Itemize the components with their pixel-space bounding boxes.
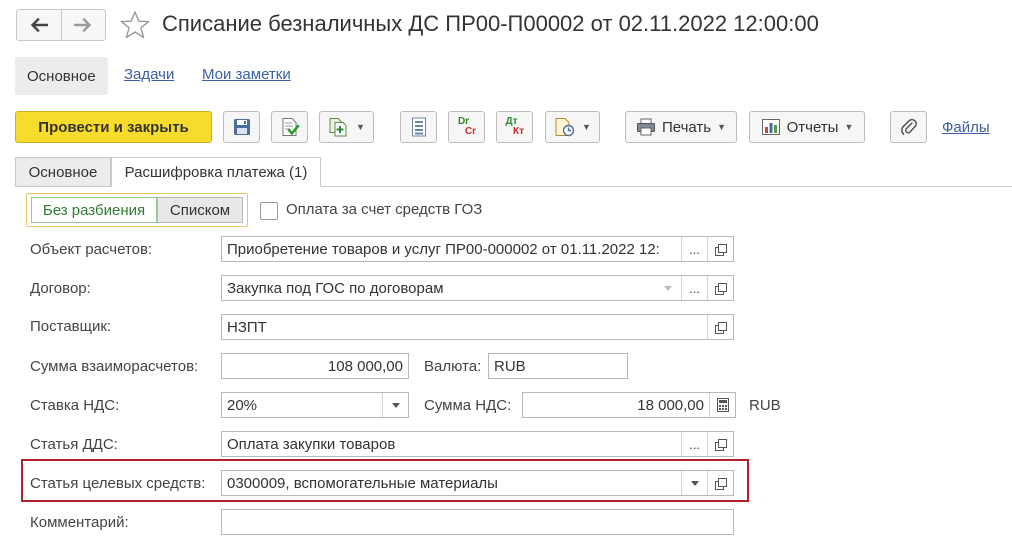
vat-rate-value: 20%: [227, 396, 258, 414]
open-window-icon: [714, 282, 727, 295]
currency-label: Валюта:: [424, 358, 482, 375]
currency-field[interactable]: RUB: [488, 353, 628, 379]
arrow-left-icon: [30, 18, 48, 32]
settlement-amount-field[interactable]: 108 000,00: [221, 353, 409, 379]
chevron-down-icon: ▼: [356, 122, 365, 132]
contract-label: Договор:: [30, 280, 91, 297]
target-funds-item-label: Статья целевых средств:: [30, 475, 206, 492]
structure-button[interactable]: ▼: [545, 111, 600, 143]
print-label: Печать: [661, 118, 712, 136]
open-window-icon: [714, 438, 727, 451]
contract-field[interactable]: Закупка под ГОС по договорам ...: [221, 275, 734, 301]
target-funds-item-field[interactable]: 0300009, вспомогательные материалы: [221, 470, 734, 496]
vat-rate-label: Ставка НДС:: [30, 397, 120, 414]
chevron-down-icon: [391, 402, 400, 408]
select-button[interactable]: ...: [681, 237, 707, 261]
no-split-option[interactable]: Без разбиения: [31, 197, 157, 223]
forward-button[interactable]: [60, 10, 106, 40]
kt-label: Кт: [512, 126, 524, 137]
star-icon[interactable]: [119, 10, 151, 40]
settlement-object-field[interactable]: Приобретение товаров и услуг ПР00-000002…: [221, 236, 734, 262]
vat-amount-field[interactable]: 18 000,00: [522, 392, 736, 418]
cash-flow-item-field[interactable]: Оплата закупки товаров ...: [221, 431, 734, 457]
comment-label: Комментарий:: [30, 514, 129, 531]
list-icon: [411, 117, 426, 137]
chevron-down-icon: [690, 480, 699, 486]
select-button[interactable]: ...: [681, 276, 707, 300]
vat-rate-select[interactable]: 20%: [221, 392, 409, 418]
goz-payment-checkbox[interactable]: [260, 202, 278, 220]
goz-payment-label: Оплата за счет средств ГОЗ: [286, 201, 483, 218]
currency-value: RUB: [494, 357, 526, 375]
paperclip-icon: [900, 118, 917, 135]
cash-flow-item-value: Оплата закупки товаров: [227, 435, 396, 453]
tab-payment-breakdown[interactable]: Расшифровка платежа (1): [111, 157, 321, 187]
open-button[interactable]: [707, 237, 733, 261]
files-link[interactable]: Файлы: [942, 119, 990, 136]
open-window-icon: [714, 321, 727, 334]
settlement-amount-value: 108 000,00: [327, 357, 403, 375]
post-button[interactable]: [271, 111, 308, 143]
chevron-down-icon: ▼: [717, 122, 727, 132]
dropdown-button[interactable]: [681, 471, 707, 495]
section-notes-link[interactable]: Мои заметки: [202, 66, 291, 83]
supplier-field[interactable]: НЗПТ: [221, 314, 734, 340]
open-button[interactable]: [707, 432, 733, 456]
post-document-icon: [282, 118, 299, 136]
select-button[interactable]: ...: [681, 432, 707, 456]
settlement-amount-label: Сумма взаиморасчетов:: [30, 358, 199, 375]
dr-cr-icon: Dr Cr: [457, 117, 476, 137]
open-button[interactable]: [707, 276, 733, 300]
calculator-button[interactable]: [709, 393, 735, 417]
supplier-value: НЗПТ: [227, 318, 267, 336]
dr-cr-button[interactable]: Dr Cr: [448, 111, 485, 143]
dropdown-button[interactable]: [382, 393, 408, 417]
arrow-right-icon: [74, 18, 92, 32]
window-title: Списание безналичных ДС ПР00-П00002 от 0…: [162, 11, 819, 36]
save-button[interactable]: [223, 111, 260, 143]
back-button[interactable]: [17, 10, 61, 40]
tab-main[interactable]: Основное: [15, 157, 111, 187]
save-icon: [233, 119, 250, 135]
open-button[interactable]: [707, 471, 733, 495]
chevron-down-icon: [664, 285, 672, 291]
chevron-down-icon: ▼: [582, 122, 591, 132]
settlement-object-label: Объект расчетов:: [30, 241, 153, 258]
create-based-on-button[interactable]: ▼: [319, 111, 374, 143]
comment-field[interactable]: [221, 509, 734, 535]
cr-label: Cr: [464, 126, 477, 137]
calculator-icon: [716, 398, 729, 412]
document-structure-icon: [555, 118, 575, 137]
vat-currency-unit: RUB: [749, 397, 781, 414]
open-window-icon: [714, 243, 727, 256]
target-funds-item-value: 0300009, вспомогательные материалы: [227, 474, 498, 492]
supplier-label: Поставщик:: [30, 318, 112, 335]
vat-amount-value: 18 000,00: [637, 396, 704, 414]
post-and-close-button[interactable]: Провести и закрыть: [15, 111, 212, 143]
reports-label: Отчеты: [786, 118, 839, 136]
section-main[interactable]: Основное: [15, 57, 108, 95]
settlement-object-value: Приобретение товаров и услуг ПР00-000002…: [227, 240, 660, 258]
print-button[interactable]: Печать ▼: [625, 111, 737, 143]
dt-kt-icon: Дт Кт: [505, 117, 524, 137]
cash-flow-item-label: Статья ДДС:: [30, 436, 118, 453]
chevron-down-icon: ▼: [844, 122, 854, 132]
reports-button[interactable]: Отчеты ▼: [749, 111, 865, 143]
create-based-on-icon: [329, 118, 347, 137]
contract-value: Закупка под ГОС по договорам: [227, 279, 444, 297]
attach-file-button[interactable]: [890, 111, 927, 143]
printer-icon: [636, 118, 655, 136]
open-button[interactable]: [707, 315, 733, 339]
dropdown-button[interactable]: [655, 276, 681, 300]
navigation-buttons: [16, 9, 106, 41]
dt-kt-button[interactable]: Дт Кт: [496, 111, 533, 143]
as-list-option[interactable]: Списком: [157, 197, 243, 223]
report-chart-icon: [761, 119, 780, 135]
section-tasks-link[interactable]: Задачи: [124, 66, 174, 83]
open-window-icon: [714, 477, 727, 490]
vat-amount-label: Сумма НДС:: [424, 397, 512, 414]
document-journal-button[interactable]: [400, 111, 437, 143]
